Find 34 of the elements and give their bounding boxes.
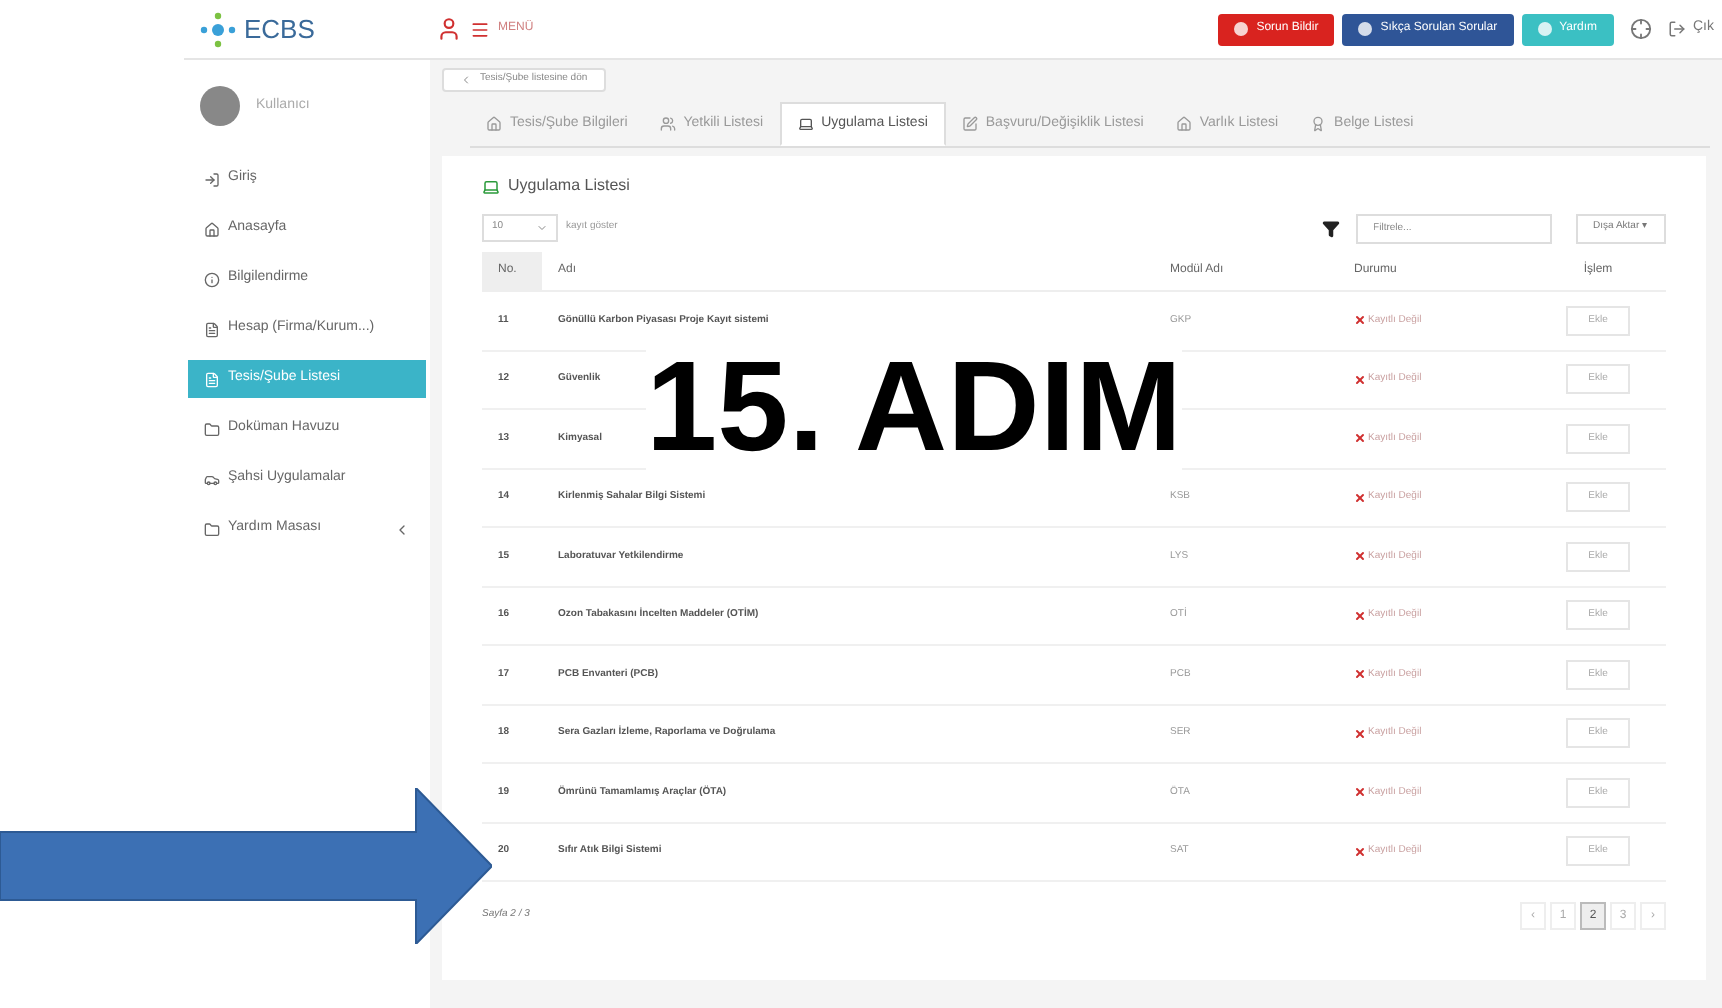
cross-icon: [1354, 786, 1366, 799]
logo-icon: [200, 11, 236, 47]
folder-icon: [204, 521, 220, 537]
home-icon: [1175, 116, 1192, 132]
cross-icon: [1354, 373, 1366, 386]
cross-icon: [1354, 432, 1366, 445]
chevron-icon: [460, 74, 472, 86]
folder-icon: [204, 421, 220, 437]
document-icon: [204, 321, 220, 337]
car-icon: [204, 471, 220, 487]
cross-icon: [1354, 491, 1366, 504]
document-icon: [204, 371, 220, 387]
caret-icon: [536, 222, 548, 234]
cross-icon: [1354, 609, 1366, 622]
menu-icon[interactable]: [470, 19, 490, 39]
home-icon: [204, 221, 220, 237]
laptop-icon: [797, 116, 814, 132]
users-icon: [659, 116, 676, 132]
cross-icon: [1354, 668, 1366, 681]
sign-in-icon: [204, 171, 220, 187]
cross-icon: [1354, 727, 1366, 740]
panel-title: Uygulama Listesi: [508, 174, 630, 198]
home-icon: [486, 116, 502, 132]
laptop-icon: [482, 177, 500, 195]
cross-icon: [1354, 845, 1366, 858]
avatar: [200, 86, 240, 126]
edit-icon: [961, 116, 978, 132]
app-logo: ECBS: [244, 11, 315, 48]
filter-icon: [1321, 219, 1340, 237]
logout-icon: [1667, 20, 1685, 38]
cross-icon: [1354, 550, 1366, 563]
info-icon: [204, 271, 220, 287]
cross-icon: [1354, 314, 1366, 327]
award-icon: [1310, 116, 1327, 132]
